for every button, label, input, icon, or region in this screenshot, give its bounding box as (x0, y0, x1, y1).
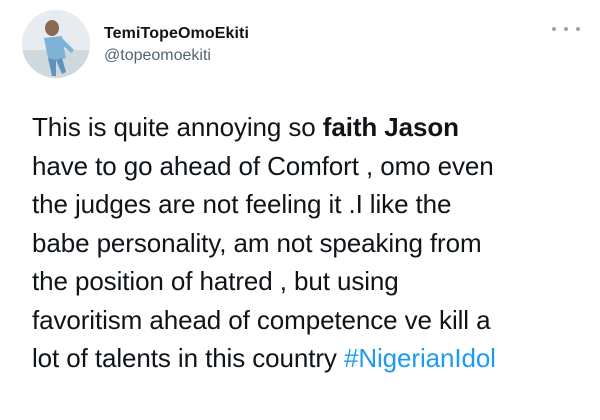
more-options-icon[interactable] (552, 22, 580, 36)
display-name[interactable]: TemiTopeOmoEkiti (104, 24, 249, 44)
tweet-text-line: the judges are not feeling it .I like th… (32, 189, 452, 219)
tweet-text-line: have to go ahead of Comfort , omo even (32, 150, 494, 181)
bold-name: faith Jason (322, 112, 459, 142)
text-segment: lot of talents in this country (32, 343, 344, 373)
tweet-text-line: the position of hatred , but using (32, 266, 399, 296)
profile-photo-icon (22, 10, 90, 78)
text-segment: This is quite annoying so (32, 112, 323, 142)
tweet-text-line: This is quite annoying so faith Jason (32, 108, 590, 147)
avatar[interactable] (22, 10, 90, 78)
tweet-header: TemiTopeOmoEkiti @topeomoekiti (22, 10, 584, 80)
user-info: TemiTopeOmoEkiti @topeomoekiti (104, 24, 249, 67)
tweet-text-line: favoritism ahead of competence ve kill a (32, 304, 491, 335)
dot (576, 27, 580, 31)
tweet-card: TemiTopeOmoEkiti @topeomoekiti This is q… (0, 0, 600, 420)
user-handle[interactable]: @topeomoekiti (104, 45, 249, 67)
hashtag-link[interactable]: #NigerianIdol (344, 343, 496, 373)
tweet-text-line: babe personality, am not speaking from (32, 227, 482, 258)
dot (564, 27, 568, 31)
tweet-text-line: lot of talents in this country #Nigerian… (32, 339, 590, 378)
tweet-text: This is quite annoying so faith Jason ha… (32, 108, 590, 378)
dot (552, 27, 556, 31)
